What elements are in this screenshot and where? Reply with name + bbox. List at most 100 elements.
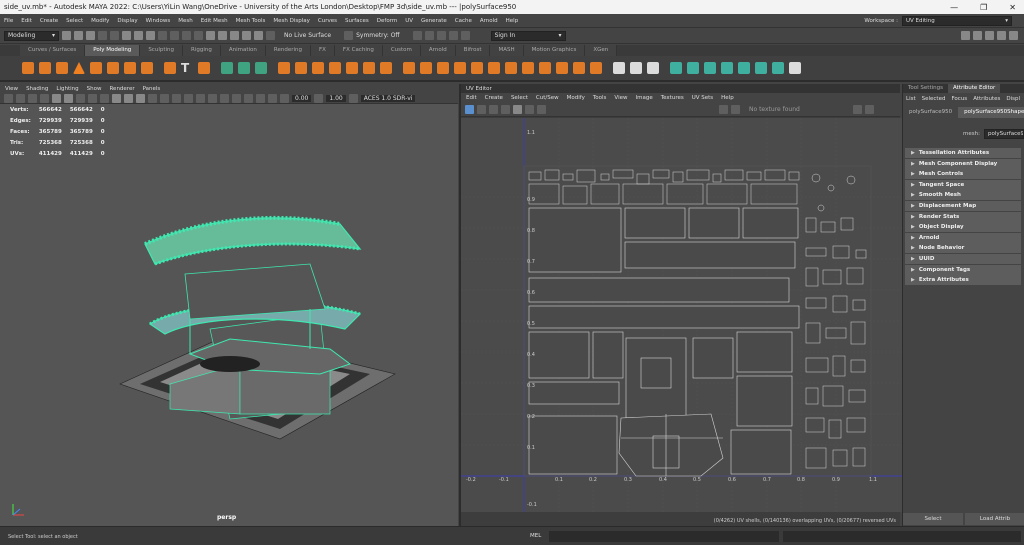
menu-windows[interactable]: Windows (146, 18, 171, 24)
mirror-icon[interactable] (295, 62, 307, 74)
layout-uv-icon[interactable] (755, 62, 767, 74)
character-controls-icon[interactable] (973, 31, 982, 40)
menu-file[interactable]: File (4, 18, 13, 24)
select-button[interactable]: Select (903, 513, 963, 525)
save-scene-icon[interactable] (86, 31, 95, 40)
uv-menu-uv-sets[interactable]: UV Sets (692, 95, 713, 101)
shelf-tab-sculpting[interactable]: Sculpting (140, 45, 183, 56)
gamma-icon[interactable] (314, 93, 324, 103)
append-polygon-icon[interactable] (454, 62, 466, 74)
select-face-icon[interactable] (182, 31, 191, 40)
ipr-render-icon[interactable] (436, 31, 446, 40)
shelf-tab-animation[interactable]: Animation (220, 45, 266, 56)
ae-menu-selected[interactable]: Selected (922, 96, 946, 102)
backface-culling-icon[interactable] (268, 93, 277, 103)
live-surface-label[interactable]: No Live Surface (284, 32, 331, 39)
uv-grid-icon[interactable] (501, 105, 510, 114)
snap-live-icon[interactable] (254, 31, 263, 40)
viewport-menu-show[interactable]: Show (87, 86, 102, 92)
uv-canvas[interactable]: -0.2 -0.1 0.1 0.2 0.3 0.4 0.5 0.6 0.7 0.… (461, 118, 902, 512)
color-management-icon[interactable] (348, 93, 358, 103)
section-uuid[interactable]: ▶ UUID (905, 253, 1021, 264)
poly-platonic-icon[interactable] (141, 62, 153, 74)
snap-view-plane-icon[interactable] (242, 31, 251, 40)
shelf-tab-arnold[interactable]: Arnold (420, 45, 456, 56)
image-plane-icon[interactable] (40, 93, 49, 103)
soft-select-icon[interactable] (613, 62, 625, 74)
unfold-icon[interactable] (738, 62, 750, 74)
uv-checker-icon[interactable] (537, 105, 546, 114)
sew-uv-icon[interactable] (789, 62, 801, 74)
field-chart-icon[interactable] (100, 93, 109, 103)
section-arnold[interactable]: ▶ Arnold (905, 232, 1021, 243)
uv-menu-select[interactable]: Select (511, 95, 528, 101)
ae-menu-attributes[interactable]: Attributes (973, 96, 1000, 102)
grid-icon[interactable] (52, 93, 61, 103)
select-edge-icon[interactable] (170, 31, 179, 40)
poly-cylinder-icon[interactable] (56, 62, 68, 74)
exposure-field[interactable]: 0.00 (292, 94, 312, 102)
wedge-icon[interactable] (590, 62, 602, 74)
close-button[interactable]: ✕ (1009, 3, 1016, 12)
viewport-menu-lighting[interactable]: Lighting (56, 86, 78, 92)
render-frame-icon[interactable] (412, 31, 422, 40)
section-displacement-map[interactable]: ▶ Displacement Map (905, 200, 1021, 211)
uv-menu-modify[interactable]: Modify (567, 95, 585, 101)
section-mesh-component-display[interactable]: ▶ Mesh Component Display (905, 158, 1021, 169)
mode-dropdown[interactable]: Modeling ▾ (4, 30, 59, 41)
combine-icon[interactable] (221, 62, 233, 74)
xray-joints-icon[interactable] (256, 93, 265, 103)
node-tab-shape[interactable]: polySurface950Shape (958, 106, 1024, 118)
uv-menu-tools[interactable]: Tools (593, 95, 607, 101)
svg-tool-icon[interactable] (198, 62, 210, 74)
viewport-menu-view[interactable]: View (5, 86, 18, 92)
gate-mask-icon[interactable] (88, 93, 97, 103)
uv-settings-icon[interactable] (852, 105, 862, 114)
isolate-select-icon[interactable] (232, 93, 241, 103)
shelf-tab-rendering[interactable]: Rendering (265, 45, 311, 56)
extrude-icon[interactable] (403, 62, 415, 74)
section-component-tags[interactable]: ▶ Component Tags (905, 264, 1021, 275)
uv-menu-create[interactable]: Create (485, 95, 503, 101)
section-tangent-space[interactable]: ▶ Tangent Space (905, 179, 1021, 190)
remesh-icon[interactable] (363, 62, 375, 74)
safe-action-icon[interactable] (112, 93, 121, 103)
shelf-tab-motion-graphics[interactable]: Motion Graphics (523, 45, 586, 56)
menu-edit-mesh[interactable]: Edit Mesh (201, 18, 228, 24)
multi-cut-icon[interactable] (522, 62, 534, 74)
tool-settings-icon[interactable] (997, 31, 1006, 40)
sculpt-brush-icon[interactable] (630, 62, 642, 74)
super-shape-icon[interactable] (164, 62, 176, 74)
ae-menu-list[interactable]: List (906, 96, 916, 102)
menu-mesh-tools[interactable]: Mesh Tools (236, 18, 266, 24)
node-tab-transform[interactable]: polySurface950 (903, 107, 958, 118)
lights-icon[interactable] (172, 93, 181, 103)
menu-arnold[interactable]: Arnold (480, 18, 498, 24)
shelf-tab-mash[interactable]: MASH (490, 45, 524, 56)
section-tessellation[interactable]: ▶ Tessellation Attributes (905, 148, 1021, 158)
object-select-icon[interactable] (134, 31, 143, 40)
minimize-button[interactable]: — (950, 3, 958, 12)
menu-mesh[interactable]: Mesh (178, 18, 192, 24)
uv-distortion-icon[interactable] (489, 105, 498, 114)
poly-plane-icon[interactable] (107, 62, 119, 74)
viewport-menu-panels[interactable]: Panels (143, 86, 161, 92)
uv-menu-textures[interactable]: Textures (661, 95, 684, 101)
section-render-stats[interactable]: ▶ Render Stats (905, 211, 1021, 222)
uv-menu-help[interactable]: Help (721, 95, 734, 101)
collapse-icon[interactable] (488, 62, 500, 74)
uv-shell-select-icon[interactable] (465, 105, 474, 114)
menu-deform[interactable]: Deform (377, 18, 397, 24)
modeling-toolkit-icon[interactable] (961, 31, 970, 40)
shadows-icon[interactable] (184, 93, 193, 103)
cut-uv-icon[interactable] (772, 62, 784, 74)
film-gate-icon[interactable] (64, 93, 73, 103)
automatic-map-icon[interactable] (721, 62, 733, 74)
motion-blur-icon[interactable] (208, 93, 217, 103)
image-display-icon[interactable] (719, 105, 728, 114)
xray-icon[interactable] (244, 93, 253, 103)
wireframe-on-shaded-icon[interactable] (148, 93, 157, 103)
uv-shaded-icon[interactable] (513, 105, 522, 114)
viewport-menu-shading[interactable]: Shading (26, 86, 48, 92)
channel-box-icon[interactable] (1009, 31, 1018, 40)
